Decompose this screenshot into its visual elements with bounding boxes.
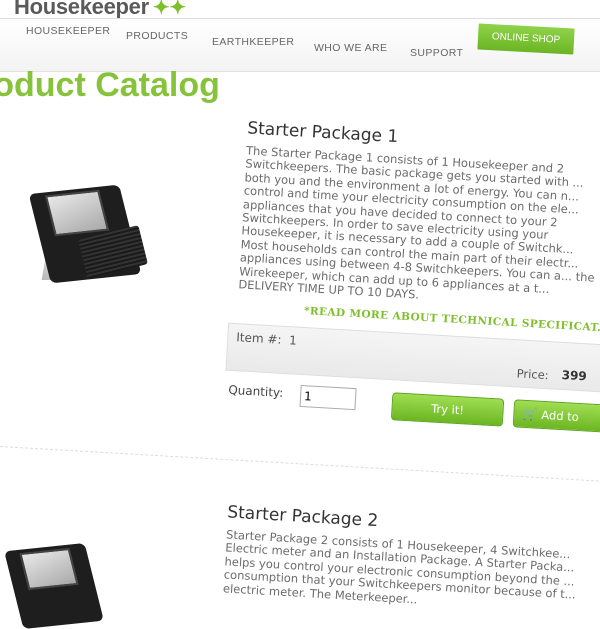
nav-item-housekeeper[interactable]: HOUSEKEEPER: [26, 25, 110, 37]
brand-name: Housekeeper: [14, 0, 149, 19]
nav-item-products[interactable]: PRODUCTS: [126, 30, 188, 42]
price-label: Price:: [516, 366, 550, 383]
quantity-label: Quantity:: [227, 383, 284, 401]
device-screen: [19, 547, 79, 591]
item-value: 1: [288, 333, 298, 349]
online-shop-button[interactable]: ONLINE SHOP: [477, 23, 575, 55]
device-screen: [44, 189, 110, 237]
nav-item-who-we-are[interactable]: WHO WE ARE: [314, 42, 387, 54]
product-divider: [0, 446, 600, 484]
logo-mark-icon: ✦✦: [152, 0, 186, 19]
product-card-1: Starter Package 1 The Starter Package 1 …: [223, 118, 600, 440]
product-image-2[interactable]: [4, 540, 110, 629]
try-it-button[interactable]: Try it!: [390, 392, 505, 428]
nav-item-support[interactable]: SUPPORT: [410, 47, 463, 59]
product-description: Starter Package 2 consists of 1 Housekee…: [222, 527, 577, 607]
page-title: roduct Catalog: [0, 66, 220, 104]
product-card-2: Starter Package 2 Starter Package 2 cons…: [215, 502, 600, 618]
item-number: Item #: 1: [236, 331, 297, 348]
item-label: Item #:: [235, 330, 282, 348]
quantity-input[interactable]: [299, 385, 357, 411]
price-value: 399: [561, 368, 588, 384]
product-description: The Starter Package 1 consists of 1 Hous…: [238, 143, 595, 302]
nav-item-earthkeeper[interactable]: EARTHKEEPER: [212, 36, 294, 48]
brand-logo[interactable]: Housekeeper ✦✦: [14, 0, 186, 20]
add-to-cart-label: Add to: [540, 408, 580, 425]
add-to-cart-button[interactable]: 🛒 Add to: [512, 399, 600, 434]
product-image-1[interactable]: [28, 180, 150, 290]
cart-icon: 🛒: [522, 407, 538, 423]
